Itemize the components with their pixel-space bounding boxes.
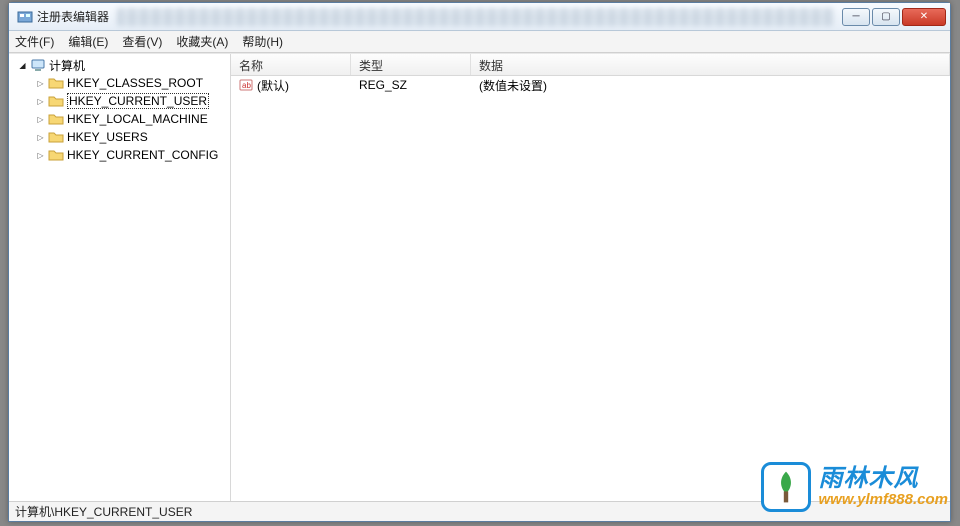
expander-closed-icon[interactable]: ▷	[35, 114, 46, 125]
column-name[interactable]: 名称	[231, 54, 351, 75]
list-body[interactable]: ab (默认) REG_SZ(数值未设置)	[231, 76, 950, 501]
tree-node-hive[interactable]: ▷ HKEY_CLASSES_ROOT	[15, 74, 230, 92]
menu-favorites[interactable]: 收藏夹(A)	[176, 33, 228, 50]
statusbar: 计算机\HKEY_CURRENT_USER	[9, 501, 950, 521]
folder-icon	[48, 111, 64, 127]
list-row[interactable]: ab (默认) REG_SZ(数值未设置)	[231, 76, 950, 94]
expander-open-icon[interactable]: ◢	[17, 60, 28, 71]
list-pane: 名称 类型 数据 ab (默认) REG_SZ(数值未设置)	[231, 54, 950, 501]
computer-icon	[30, 57, 46, 73]
tree-label: 计算机	[49, 57, 85, 74]
maximize-button[interactable]: ▢	[872, 8, 900, 26]
app-icon	[17, 9, 33, 25]
menu-help[interactable]: 帮助(H)	[242, 33, 283, 50]
window-title: 注册表编辑器	[37, 8, 109, 25]
tree-label: HKEY_CLASSES_ROOT	[67, 76, 203, 90]
tree-root: ◢ 计算机 ▷ HKEY_CLASSES_ROOT ▷ HKEY_CURRENT_US…	[9, 56, 230, 164]
window-controls: ─ ▢ ✕	[842, 8, 946, 26]
expander-closed-icon[interactable]: ▷	[35, 96, 46, 107]
column-data[interactable]: 数据	[471, 54, 950, 75]
close-button[interactable]: ✕	[902, 8, 946, 26]
registry-editor-window: 注册表编辑器 ─ ▢ ✕ 文件(F) 编辑(E) 查看(V) 收藏夹(A) 帮助…	[8, 2, 951, 522]
expander-closed-icon[interactable]: ▷	[35, 78, 46, 89]
menubar: 文件(F) 编辑(E) 查看(V) 收藏夹(A) 帮助(H)	[9, 31, 950, 53]
menu-edit[interactable]: 编辑(E)	[68, 33, 108, 50]
cell-data: (数值未设置)	[471, 77, 950, 94]
tree-label: HKEY_USERS	[67, 130, 148, 144]
tree-pane[interactable]: ◢ 计算机 ▷ HKEY_CLASSES_ROOT ▷ HKEY_CURRENT_US…	[9, 54, 231, 501]
list-header: 名称 类型 数据	[231, 54, 950, 76]
minimize-button[interactable]: ─	[842, 8, 870, 26]
tree-node-hive[interactable]: ▷ HKEY_CURRENT_CONFIG	[15, 146, 230, 164]
tree-label: HKEY_LOCAL_MACHINE	[67, 112, 208, 126]
folder-icon	[48, 129, 64, 145]
tree-node-hive[interactable]: ▷ HKEY_CURRENT_USER	[15, 92, 230, 110]
tree-node-hive[interactable]: ▷ HKEY_LOCAL_MACHINE	[15, 110, 230, 128]
tree-node-computer[interactable]: ◢ 计算机	[15, 56, 230, 74]
titlebar-blur	[117, 8, 834, 26]
tree-label: HKEY_CURRENT_USER	[67, 93, 209, 109]
content-area: ◢ 计算机 ▷ HKEY_CLASSES_ROOT ▷ HKEY_CURRENT_US…	[9, 53, 950, 501]
tree-label: HKEY_CURRENT_CONFIG	[67, 148, 218, 162]
cell-name: ab (默认)	[231, 77, 351, 94]
menu-view[interactable]: 查看(V)	[122, 33, 162, 50]
folder-icon	[48, 147, 64, 163]
tree-node-hive[interactable]: ▷ HKEY_USERS	[15, 128, 230, 146]
value-name: (默认)	[257, 77, 289, 94]
column-type[interactable]: 类型	[351, 54, 471, 75]
menu-file[interactable]: 文件(F)	[15, 33, 54, 50]
svg-text:ab: ab	[242, 81, 251, 90]
folder-icon	[48, 75, 64, 91]
expander-closed-icon[interactable]: ▷	[35, 132, 46, 143]
folder-icon	[48, 93, 64, 109]
expander-closed-icon[interactable]: ▷	[35, 150, 46, 161]
status-path: 计算机\HKEY_CURRENT_USER	[15, 503, 192, 520]
string-value-icon: ab	[239, 78, 253, 92]
cell-type: REG_SZ	[351, 78, 471, 92]
titlebar[interactable]: 注册表编辑器 ─ ▢ ✕	[9, 3, 950, 31]
